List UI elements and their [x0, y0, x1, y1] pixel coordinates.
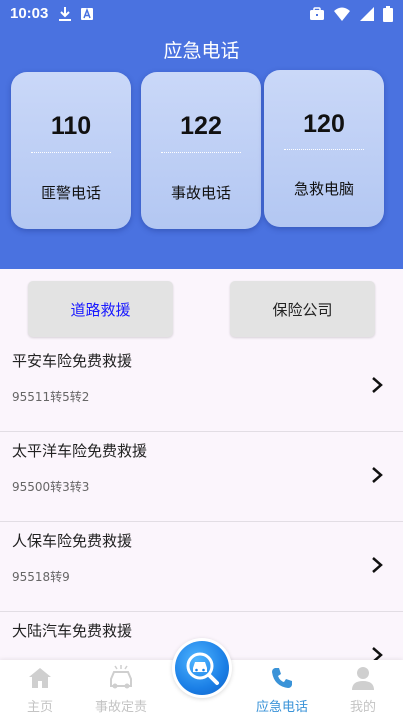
item-title: 人保车险免费救援: [12, 532, 133, 550]
nav-label: 应急电话: [255, 700, 308, 715]
status-bar: 10:03: [0, 0, 403, 28]
card-label: 事故电话: [170, 184, 231, 202]
center-search-button[interactable]: [172, 638, 232, 698]
item-phone: 95511转5转2: [12, 390, 90, 404]
car-search-icon: [186, 652, 219, 685]
card-accident[interactable]: 122 事故电话: [141, 72, 261, 229]
card-divider: [31, 152, 111, 153]
home-icon: [29, 668, 51, 688]
download-icon: [59, 7, 71, 21]
list-item[interactable]: 人保车险免费救援 95518转9: [0, 522, 403, 612]
tab-road-rescue[interactable]: 道路救援: [28, 281, 173, 337]
nav-emergency-phone[interactable]: 应急电话: [242, 664, 322, 715]
chevron-right-icon: [372, 467, 383, 483]
phone-icon: [272, 668, 292, 688]
status-time: 10:03: [10, 5, 49, 22]
chevron-right-icon: [372, 557, 383, 573]
header: 应急电话 110 匪警电话 122 事故电话 120 急救电脑: [0, 28, 403, 269]
user-icon: [352, 667, 374, 690]
battery-icon: [383, 6, 393, 22]
nav-label: 我的: [349, 700, 376, 715]
item-title: 大陆汽车免费救援: [12, 622, 133, 640]
item-phone: 95500转3转3: [12, 480, 90, 494]
chevron-right-icon: [372, 377, 383, 393]
card-divider: [284, 149, 364, 150]
card-divider: [161, 152, 241, 153]
list-item[interactable]: 太平洋车险免费救援 95500转3转3: [0, 432, 403, 522]
tab-insurance[interactable]: 保险公司: [230, 281, 375, 337]
item-title: 太平洋车险免费救援: [12, 442, 148, 460]
card-label: 急救电脑: [293, 180, 354, 198]
page-title: 应急电话: [163, 40, 240, 62]
card-label: 匪警电话: [40, 184, 101, 202]
nav-profile[interactable]: 我的: [323, 664, 403, 715]
item-title: 平安车险免费救援: [12, 352, 133, 370]
nav-home[interactable]: 主页: [0, 664, 80, 715]
signal-icon: [360, 7, 374, 21]
list-item[interactable]: 平安车险免费救援 95511转5转2: [0, 342, 403, 432]
card-number: 110: [50, 112, 92, 140]
nav-accident[interactable]: 事故定责: [81, 664, 161, 715]
nav-label: 事故定责: [94, 700, 147, 715]
nav-label: 主页: [26, 700, 53, 715]
briefcase-icon: [310, 7, 324, 20]
card-ambulance[interactable]: 120 急救电脑: [264, 70, 384, 227]
car-crash-icon: [110, 665, 132, 689]
card-number: 120: [303, 110, 345, 138]
a-box-icon: [81, 7, 93, 20]
item-phone: 95518转9: [12, 570, 70, 584]
wifi-icon: [334, 7, 350, 21]
card-number: 122: [180, 112, 222, 140]
card-police[interactable]: 110 匪警电话: [11, 72, 131, 229]
